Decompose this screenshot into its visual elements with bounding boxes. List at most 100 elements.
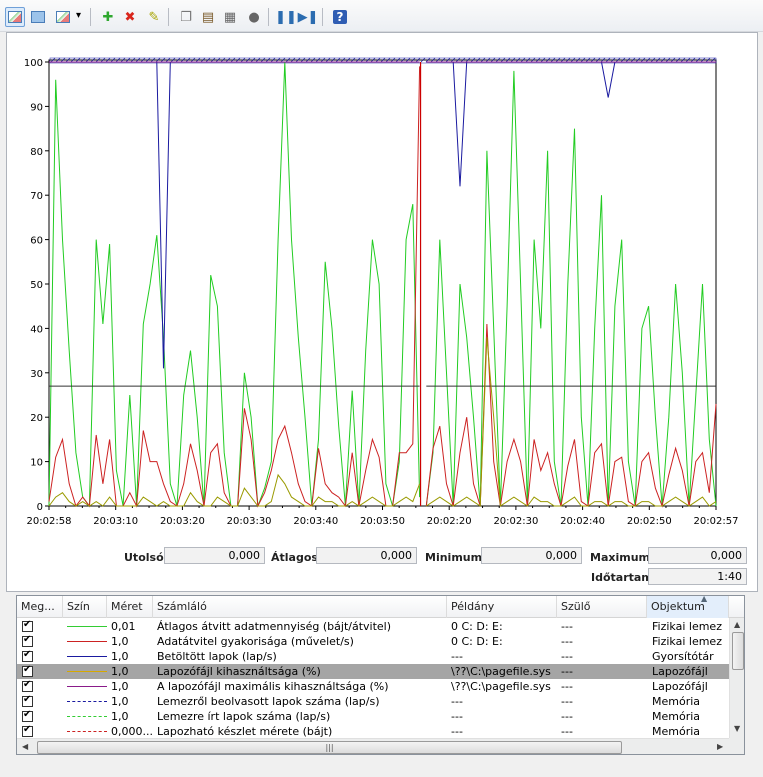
show-checkbox[interactable]: ✔ bbox=[22, 694, 33, 707]
table-row[interactable]: ✔ 0,01 Átlagos átvitt adatmennyiség (bájt/… bbox=[17, 619, 729, 634]
y-tick-label: 10 bbox=[30, 458, 43, 469]
column-header-counter[interactable]: Számláló bbox=[153, 596, 447, 618]
parent-cell: --- bbox=[561, 725, 573, 738]
column-header-object[interactable]: Objektum ▲ bbox=[647, 596, 729, 618]
object-cell: Fizikai lemez bbox=[652, 635, 722, 648]
y-tick-label: 90 bbox=[30, 102, 43, 113]
show-checkbox[interactable]: ✔ bbox=[22, 664, 33, 677]
show-checkbox[interactable]: ✔ bbox=[22, 709, 33, 722]
counter-cell: Lemezre írt lapok száma (lap/s) bbox=[157, 710, 331, 723]
counter-list-header: Meg... Szín Méret Számláló Példány Szülő… bbox=[17, 596, 744, 618]
change-graph-type-button[interactable] bbox=[53, 7, 73, 27]
color-swatch bbox=[67, 701, 107, 702]
show-checkbox[interactable]: ✔ bbox=[22, 619, 33, 632]
checkmark-icon: ✔ bbox=[23, 709, 32, 720]
show-checkbox[interactable]: ✔ bbox=[22, 679, 33, 692]
instance-cell: --- bbox=[451, 650, 463, 663]
scale-cell: 0,000... bbox=[111, 725, 153, 738]
average-label: Átlagos bbox=[271, 551, 318, 564]
x-tick-label: 20:02:58 bbox=[27, 516, 72, 527]
vertical-scroll-thumb[interactable] bbox=[732, 632, 744, 670]
zoom-icon: ● bbox=[248, 9, 260, 25]
instance-cell: 0 C: D: E: bbox=[451, 620, 503, 633]
y-axis: 0 10 20 30 40 50 60 70 80 90 100 bbox=[24, 58, 49, 513]
horizontal-scrollbar[interactable]: ◀ ||| ▶ bbox=[17, 738, 729, 754]
column-header-parent[interactable]: Szülő bbox=[557, 596, 647, 618]
x-tick-label: 20:03:40 bbox=[293, 516, 338, 527]
scale-cell: 1,0 bbox=[111, 695, 129, 708]
checkmark-icon: ✔ bbox=[23, 679, 32, 690]
table-row[interactable]: ✔ 0,000... Lapozható készlet mérete (bájt)… bbox=[17, 724, 729, 739]
x-tick-label: 20:02:57 bbox=[694, 516, 739, 527]
checkmark-icon: ✔ bbox=[23, 619, 32, 630]
view-histogram-icon bbox=[31, 11, 45, 23]
highlight-button[interactable]: ✎ bbox=[144, 7, 164, 27]
toolbar-separator bbox=[268, 8, 269, 26]
object-cell: Lapozófájl bbox=[652, 680, 708, 693]
parent-cell: --- bbox=[561, 695, 573, 708]
table-row[interactable]: ✔ 1,0 Lemezről beolvasott lapok száma (lap… bbox=[17, 694, 729, 709]
column-header-color[interactable]: Szín bbox=[63, 596, 107, 618]
horizontal-scroll-thumb[interactable]: ||| bbox=[37, 741, 622, 754]
column-header-scale[interactable]: Méret bbox=[107, 596, 153, 618]
paste-counter-list-icon: ▤ bbox=[201, 9, 215, 25]
checkmark-icon: ✔ bbox=[23, 664, 32, 675]
instance-cell: --- bbox=[451, 725, 463, 738]
update-data-button[interactable]: ▶❚ bbox=[297, 7, 319, 27]
scroll-down-icon[interactable]: ▼ bbox=[734, 724, 740, 733]
x-tick-label: 20:02:20 bbox=[427, 516, 472, 527]
help-button[interactable]: ? bbox=[330, 7, 350, 27]
delete-counter-button[interactable]: ✖ bbox=[120, 7, 140, 27]
column-header-instance[interactable]: Példány bbox=[447, 596, 557, 618]
toolbar-separator bbox=[90, 8, 91, 26]
parent-cell: --- bbox=[561, 650, 573, 663]
x-tick-label: 20:03:20 bbox=[160, 516, 205, 527]
paste-counter-list-button[interactable]: ▤ bbox=[198, 7, 218, 27]
zoom-button[interactable]: ● bbox=[244, 7, 264, 27]
view-graph-icon bbox=[8, 11, 22, 23]
show-checkbox[interactable]: ✔ bbox=[22, 649, 33, 662]
scroll-right-icon[interactable]: ▶ bbox=[717, 742, 723, 751]
table-row[interactable]: ✔ 1,0 Lemezre írt lapok száma (lap/s) --- --… bbox=[17, 709, 729, 724]
minimum-label: Minimum bbox=[425, 551, 483, 564]
properties-button[interactable]: ▦ bbox=[220, 7, 240, 27]
object-cell: Fizikai lemez bbox=[652, 620, 722, 633]
table-row[interactable]: ✔ 1,0 Lapozófájl kihasználtsága (%) \??\C:\… bbox=[17, 664, 729, 679]
color-swatch bbox=[67, 686, 107, 687]
table-row[interactable]: ✔ 1,0 Betöltött lapok (lap/s) --- --- Gyorsít… bbox=[17, 649, 729, 664]
counter-list[interactable]: Meg... Szín Méret Számláló Példány Szülő… bbox=[16, 595, 745, 755]
color-swatch bbox=[67, 671, 107, 672]
color-swatch bbox=[67, 731, 107, 732]
y-tick-label: 40 bbox=[30, 324, 43, 335]
scroll-up-icon[interactable]: ▲ bbox=[734, 620, 740, 629]
show-checkbox[interactable]: ✔ bbox=[22, 634, 33, 647]
x-axis: 20:02:58 20:03:10 20:03:20 20:03:30 20:03:40… bbox=[27, 506, 739, 527]
graph-type-dropdown-icon[interactable]: ▾ bbox=[76, 10, 81, 21]
table-row[interactable]: ✔ 1,0 A lapozófájl maximális kihasználtság… bbox=[17, 679, 729, 694]
view-histogram-button[interactable] bbox=[28, 7, 48, 27]
maximum-value: 0,000 bbox=[648, 547, 747, 564]
checkmark-icon: ✔ bbox=[23, 694, 32, 705]
view-graph-button[interactable] bbox=[5, 7, 25, 27]
counter-cell: Lapozófájl kihasználtsága (%) bbox=[157, 665, 321, 678]
vertical-scrollbar[interactable]: ▲ ▼ bbox=[729, 618, 744, 738]
add-counter-button[interactable]: ✚ bbox=[98, 7, 118, 27]
counter-cell: Adatátvitel gyakorisága (művelet/s) bbox=[157, 635, 354, 648]
counter-cell: Betöltött lapok (lap/s) bbox=[157, 650, 277, 663]
properties-icon: ▦ bbox=[223, 9, 237, 25]
update-data-icon: ▶❚ bbox=[297, 9, 319, 25]
parent-cell: --- bbox=[561, 710, 573, 723]
scroll-left-icon[interactable]: ◀ bbox=[22, 742, 28, 751]
column-header-show[interactable]: Meg... bbox=[17, 596, 63, 618]
delete-counter-icon: ✖ bbox=[124, 9, 136, 25]
freeze-display-button[interactable]: ❚❚ bbox=[275, 7, 297, 27]
table-row[interactable]: ✔ 1,0 Adatátvitel gyakorisága (művelet/s) 0… bbox=[17, 634, 729, 649]
color-swatch bbox=[67, 656, 107, 657]
color-swatch bbox=[67, 716, 107, 717]
y-tick-label: 70 bbox=[30, 191, 43, 202]
scroll-grip: ||| bbox=[325, 743, 334, 752]
copy-properties-icon: ❐ bbox=[180, 9, 192, 25]
show-checkbox[interactable]: ✔ bbox=[22, 724, 33, 737]
scale-cell: 1,0 bbox=[111, 635, 129, 648]
copy-properties-button[interactable]: ❐ bbox=[176, 7, 196, 27]
